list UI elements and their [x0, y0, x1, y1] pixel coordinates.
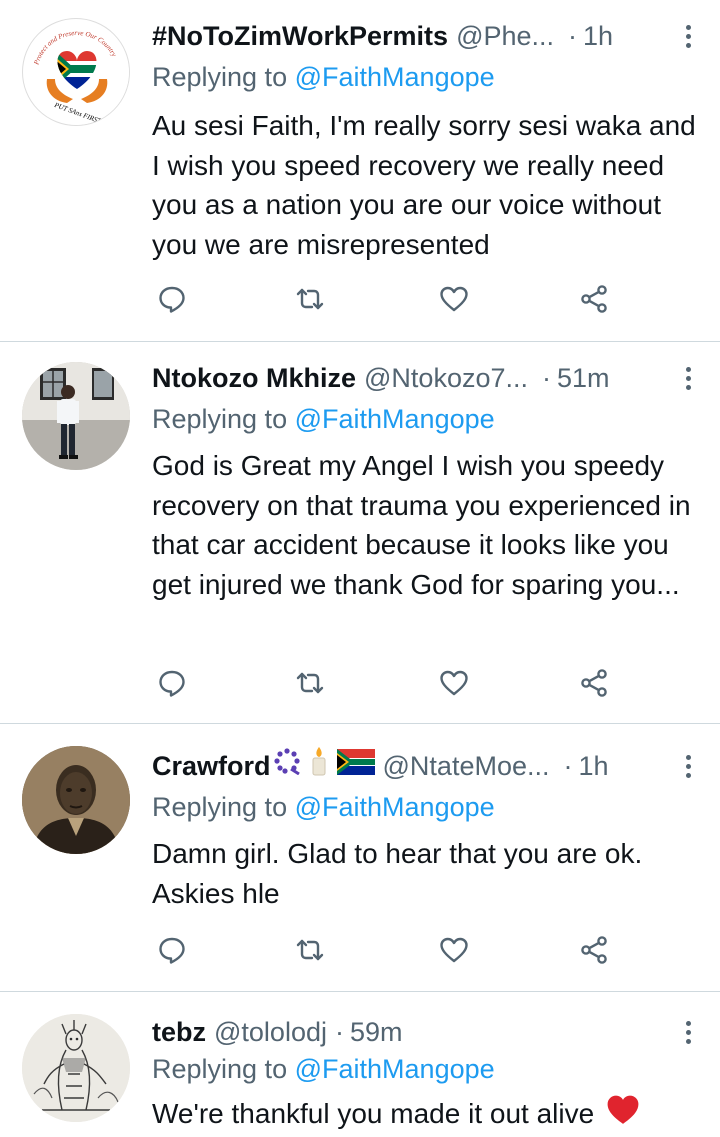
reply-icon[interactable]	[152, 663, 192, 703]
replying-to: Replying to @FaithMangope	[152, 787, 495, 827]
reply-icon[interactable]	[152, 930, 192, 970]
share-icon[interactable]	[574, 930, 614, 970]
retweet-icon[interactable]	[290, 279, 330, 319]
replying-to-label: Replying to	[152, 62, 288, 92]
display-name[interactable]: Ntokozo Mkhize	[152, 358, 356, 398]
user-handle[interactable]: @Phe...	[456, 16, 554, 56]
south-africa-flag-emoji	[336, 746, 375, 786]
avatar[interactable]	[22, 362, 130, 470]
reply-tweet[interactable]: tebz @tololodj · 59m Replying to @FaithM…	[0, 992, 720, 1130]
timestamp[interactable]: 51m	[557, 358, 610, 398]
mention-link[interactable]: @FaithMangope	[295, 404, 495, 434]
display-name[interactable]: #NoToZimWorkPermits	[152, 16, 448, 56]
retweet-icon[interactable]	[290, 663, 330, 703]
south-africa-heart-hands-logo: Protect and Preserve Our Country PUT SAn…	[25, 21, 129, 125]
more-options-icon[interactable]	[678, 16, 698, 56]
tweet-text: Au sesi Faith, I'm really sorry sesi wak…	[152, 110, 696, 260]
more-options-icon[interactable]	[678, 1012, 698, 1052]
user-handle[interactable]: @NtateMoe...	[383, 746, 550, 786]
sepia-portrait-photo	[22, 746, 130, 854]
candle-emoji	[309, 746, 329, 787]
separator-dot: ·	[542, 363, 551, 393]
person-standing-photo	[22, 362, 130, 470]
more-options-icon[interactable]	[678, 746, 698, 786]
user-handle[interactable]: @Ntokozo7...	[364, 358, 528, 398]
tweet-actions	[152, 930, 622, 970]
mention-link[interactable]: @FaithMangope	[295, 1054, 495, 1084]
replying-to-label: Replying to	[152, 1054, 288, 1084]
tweet-text: We're thankful you made it out alive	[152, 1098, 595, 1129]
replying-to: Replying to @FaithMangope	[152, 57, 495, 97]
like-icon[interactable]	[434, 930, 474, 970]
reply-tweet[interactable]: Ntokozo Mkhize @Ntokozo7... · 51m Replyi…	[0, 342, 720, 724]
display-name[interactable]: tebz	[152, 1012, 206, 1052]
sketch-drawing-photo	[22, 1014, 130, 1122]
timestamp[interactable]: 1h	[583, 16, 613, 56]
timestamp[interactable]: 1h	[579, 746, 609, 786]
prayer-beads-emoji	[273, 746, 301, 786]
reply-tweet[interactable]: Crawford @NtateMoe... · 1h Replying to @…	[0, 724, 720, 992]
share-icon[interactable]	[574, 279, 614, 319]
avatar[interactable]: Protect and Preserve Our Country PUT SAn…	[22, 18, 130, 126]
separator-dot: ·	[568, 21, 578, 51]
tweet-text: God is Great my Angel I wish you speedy …	[152, 450, 691, 600]
tweet-actions	[152, 663, 622, 703]
replying-to-label: Replying to	[152, 792, 288, 822]
more-options-icon[interactable]	[678, 358, 698, 398]
reply-tweet[interactable]: Protect and Preserve Our Country PUT SAn…	[0, 0, 720, 342]
avatar[interactable]	[22, 1014, 130, 1122]
replying-to-label: Replying to	[152, 404, 288, 434]
display-name[interactable]: Crawford	[152, 746, 271, 786]
like-icon[interactable]	[434, 279, 474, 319]
timestamp[interactable]: 59m	[350, 1012, 403, 1052]
tweet-text: Damn girl. Glad to hear that you are ok.…	[152, 838, 643, 909]
separator-dot: ·	[334, 1017, 344, 1047]
user-handle[interactable]: @tololodj	[214, 1012, 327, 1052]
separator-dot: ·	[563, 751, 573, 781]
avatar[interactable]	[22, 746, 130, 854]
tweet-actions	[152, 279, 622, 319]
share-icon[interactable]	[574, 663, 614, 703]
mention-link[interactable]: @FaithMangope	[295, 792, 495, 822]
like-icon[interactable]	[434, 663, 474, 703]
replying-to: Replying to @FaithMangope	[152, 1049, 495, 1089]
tweet-text-container: We're thankful you made it out alive	[152, 1094, 700, 1137]
reply-icon[interactable]	[152, 279, 192, 319]
replying-to: Replying to @FaithMangope	[152, 399, 495, 439]
mention-link[interactable]: @FaithMangope	[295, 62, 495, 92]
retweet-icon[interactable]	[290, 930, 330, 970]
red-heart-emoji	[606, 1094, 640, 1137]
